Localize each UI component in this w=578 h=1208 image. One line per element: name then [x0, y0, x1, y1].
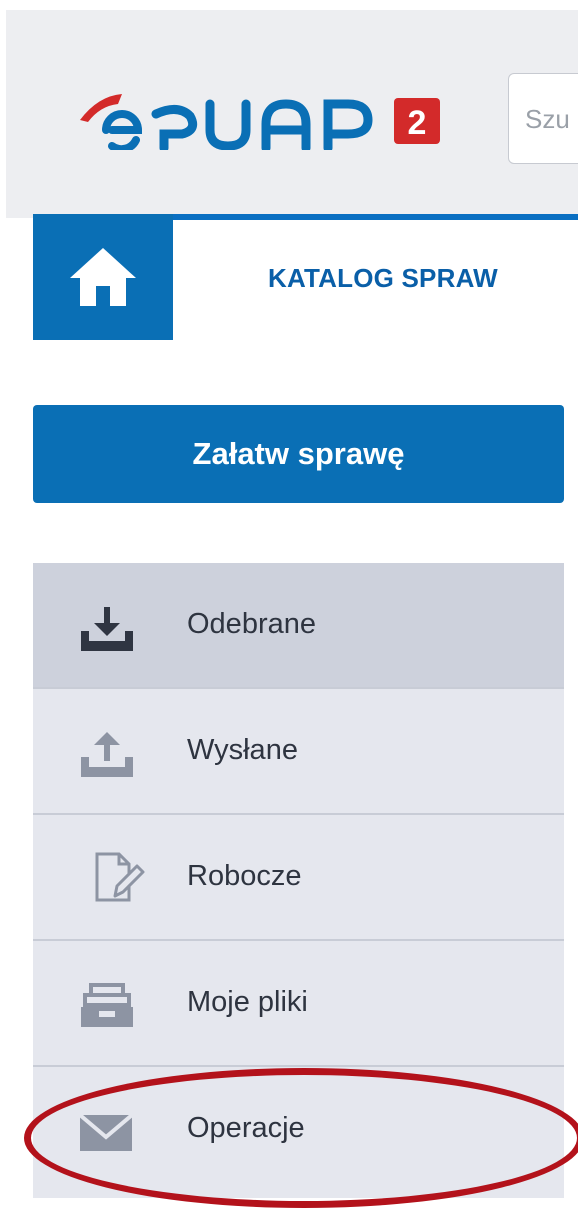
upload-tray-icon [81, 732, 133, 777]
nav-item-katalog-spraw[interactable]: KATALOG SPRAW [268, 263, 498, 294]
sidebar-item-moje-pliki[interactable]: Moje pliki [33, 941, 564, 1067]
draft-document-icon [95, 852, 145, 902]
logo-badge: 2 [408, 104, 427, 142]
epuap-logo[interactable]: 2 [78, 90, 458, 150]
header-bar: 2 Szu [6, 10, 578, 218]
zalatw-sprawe-button[interactable]: Załatw sprawę [33, 405, 564, 503]
search-input[interactable]: Szu [508, 73, 578, 164]
home-icon [70, 248, 136, 306]
home-button[interactable] [33, 214, 173, 340]
sidebar-item-label: Robocze [187, 860, 302, 892]
sidebar-item-label: Moje pliki [187, 986, 308, 1018]
sidebar-item-label: Odebrane [187, 608, 316, 640]
search-placeholder: Szu [525, 104, 570, 134]
sidebar-item-wyslane[interactable]: Wysłane [33, 689, 564, 815]
sidebar-item-robocze[interactable]: Robocze [33, 815, 564, 941]
sidebar-item-label: Wysłane [187, 734, 298, 766]
nav-top-border [173, 214, 578, 220]
file-tray-icon [81, 983, 133, 1027]
highlight-ellipse [24, 1068, 578, 1208]
inbox-download-icon [81, 607, 133, 651]
sidebar-item-odebrane[interactable]: Odebrane [33, 563, 564, 689]
